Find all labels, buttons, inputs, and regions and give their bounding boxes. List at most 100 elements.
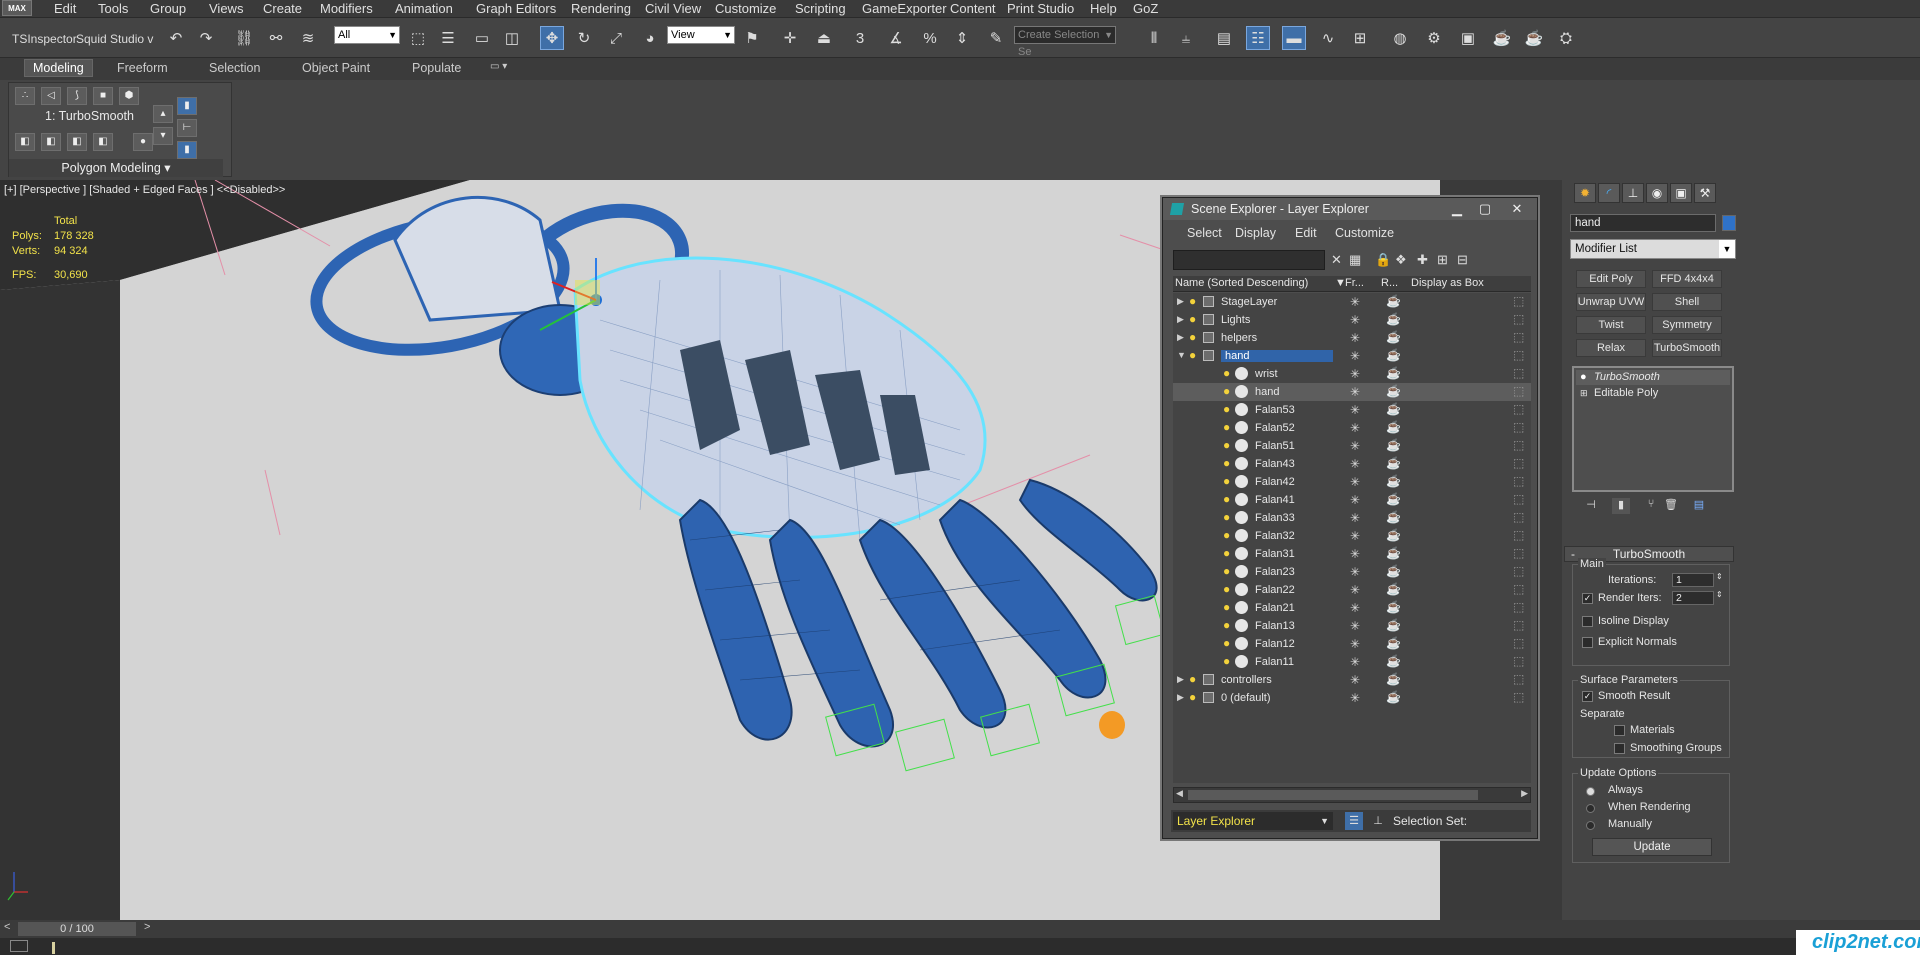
clear-search-icon[interactable]: ✕ bbox=[1331, 252, 1342, 268]
freeze-icon[interactable]: ✳ bbox=[1350, 367, 1360, 381]
element-icon[interactable]: ⬢ bbox=[119, 87, 139, 105]
expand-icon[interactable]: ⊞ bbox=[1580, 386, 1588, 401]
freeze-icon[interactable]: ✳ bbox=[1350, 313, 1360, 327]
rect-selection-icon[interactable]: ▭ bbox=[470, 26, 494, 50]
filter-icon[interactable]: ▦ bbox=[1349, 252, 1361, 268]
when-rendering-radio[interactable] bbox=[1586, 804, 1595, 813]
tree-row-object[interactable]: ● Falan32 ✳ ☕ ⬚ bbox=[1173, 527, 1531, 545]
link-icon[interactable]: ⛓ bbox=[232, 26, 256, 50]
freeze-icon[interactable]: ✳ bbox=[1350, 619, 1360, 633]
named-selection-sets-dropdown[interactable]: Create Selection Se ▼ bbox=[1014, 26, 1116, 58]
percent-snap-icon[interactable]: % bbox=[918, 26, 942, 50]
edit-poly-button[interactable]: Edit Poly bbox=[1576, 270, 1646, 288]
edit-named-selection-icon[interactable]: ✎ bbox=[984, 26, 1008, 50]
menu-goz[interactable]: GoZ bbox=[1133, 1, 1158, 16]
display-as-box-icon[interactable]: ⬚ bbox=[1513, 312, 1524, 326]
freeze-icon[interactable]: ✳ bbox=[1350, 583, 1360, 597]
show-end-result-icon[interactable]: ▮ bbox=[1612, 498, 1630, 514]
tree-row-object[interactable]: ● Falan43 ✳ ☕ ⬚ bbox=[1173, 455, 1531, 473]
renderable-teapot-icon[interactable]: ☕ bbox=[1386, 546, 1401, 560]
tree-row-object[interactable]: ● Falan22 ✳ ☕ ⬚ bbox=[1173, 581, 1531, 599]
placement-icon[interactable]: ◕ bbox=[638, 26, 662, 50]
tree-row-object[interactable]: ● Falan51 ✳ ☕ ⬚ bbox=[1173, 437, 1531, 455]
tree-row-object[interactable]: ● Falan21 ✳ ☕ ⬚ bbox=[1173, 599, 1531, 617]
polygon-icon[interactable]: ■ bbox=[93, 87, 113, 105]
configure-sets-icon[interactable]: ▤ bbox=[1690, 498, 1708, 514]
smooth-result-checkbox[interactable]: ✓ bbox=[1582, 691, 1593, 702]
renderable-teapot-icon[interactable]: ☕ bbox=[1386, 618, 1401, 632]
menu-customize[interactable]: Customize bbox=[1335, 226, 1394, 240]
bulb-icon[interactable]: ● bbox=[1580, 370, 1587, 385]
column-freeze[interactable]: Fr... bbox=[1345, 277, 1364, 289]
visibility-bulb-icon[interactable]: ● bbox=[1223, 402, 1230, 416]
unlink-icon[interactable]: ⚯ bbox=[264, 26, 288, 50]
freeze-icon[interactable]: ✳ bbox=[1350, 565, 1360, 579]
visibility-bulb-icon[interactable]: ● bbox=[1223, 420, 1230, 434]
tree-row-object[interactable]: ● Falan52 ✳ ☕ ⬚ bbox=[1173, 419, 1531, 437]
explicit-normals-checkbox[interactable] bbox=[1582, 637, 1593, 648]
display-as-box-icon[interactable]: ⬚ bbox=[1513, 690, 1524, 704]
tree-row-object[interactable]: ● Falan13 ✳ ☕ ⬚ bbox=[1173, 617, 1531, 635]
symmetry-button[interactable]: Symmetry bbox=[1652, 316, 1722, 334]
visibility-bulb-icon[interactable]: ● bbox=[1189, 348, 1196, 362]
menu-civil-view[interactable]: Civil View bbox=[645, 1, 701, 16]
expand-icon[interactable]: ▶ bbox=[1177, 296, 1184, 307]
display-as-box-icon[interactable]: ⬚ bbox=[1513, 384, 1524, 398]
menu-select[interactable]: Select bbox=[1187, 226, 1222, 240]
visibility-bulb-icon[interactable]: ● bbox=[1189, 312, 1196, 326]
shell-button[interactable]: Shell bbox=[1652, 293, 1722, 311]
viewport-label[interactable]: [+] [Perspective ] [Shaded + Edged Faces… bbox=[4, 184, 285, 196]
visibility-bulb-icon[interactable]: ● bbox=[1223, 654, 1230, 668]
freeze-icon[interactable]: ✳ bbox=[1350, 475, 1360, 489]
modifier-list-dropdown[interactable]: Modifier List ▼ bbox=[1570, 239, 1736, 259]
ribbon-toggle-icon[interactable]: ▬ bbox=[1282, 26, 1306, 50]
relax-button[interactable]: Relax bbox=[1576, 339, 1646, 357]
render-production-icon[interactable]: ☕ bbox=[1490, 26, 1514, 50]
unwrap-uvw-button[interactable]: Unwrap UVW bbox=[1576, 293, 1646, 311]
stack-item-turbosmooth[interactable]: ● TurboSmooth bbox=[1576, 370, 1730, 385]
scene-search-input[interactable] bbox=[1173, 250, 1325, 270]
vertex-icon[interactable]: ∴ bbox=[15, 87, 35, 105]
tree-row-object[interactable]: ● wrist ✳ ☕ ⬚ bbox=[1173, 365, 1531, 383]
mirror-icon[interactable]: ⫴ bbox=[1142, 26, 1166, 50]
tab-populate[interactable]: Populate bbox=[412, 61, 461, 75]
tab-modeling[interactable]: Modeling bbox=[24, 59, 93, 77]
always-radio[interactable] bbox=[1586, 787, 1595, 796]
display-as-box-icon[interactable]: ⬚ bbox=[1513, 564, 1524, 578]
render-iters-checkbox[interactable]: ✓ bbox=[1582, 593, 1593, 604]
renderable-teapot-icon[interactable]: ☕ bbox=[1386, 582, 1401, 596]
menu-content[interactable]: Content bbox=[950, 1, 996, 16]
freeze-icon[interactable]: ✳ bbox=[1350, 295, 1360, 309]
scrollbar-thumb[interactable] bbox=[1188, 790, 1478, 800]
display-as-box-icon[interactable]: ⬚ bbox=[1513, 474, 1524, 488]
scene-explorer-titlebar[interactable]: Scene Explorer - Layer Explorer ▁ ▢ ✕ bbox=[1163, 198, 1537, 220]
tree-row-layer[interactable]: ▶ ● 0 (default) ✳ ☕ ⬚ bbox=[1173, 689, 1531, 707]
renderable-teapot-icon[interactable]: ☕ bbox=[1386, 636, 1401, 650]
freeze-icon[interactable]: ✳ bbox=[1350, 673, 1360, 687]
activeshade-icon[interactable]: ⛭ bbox=[1554, 26, 1578, 50]
menu-display[interactable]: Display bbox=[1235, 226, 1276, 240]
hierarchy-mode-icon[interactable]: ⊥ bbox=[1369, 812, 1387, 830]
prev-frame-icon[interactable]: < bbox=[4, 921, 10, 933]
update-button[interactable]: Update bbox=[1592, 838, 1712, 856]
visibility-bulb-icon[interactable]: ● bbox=[1189, 294, 1196, 308]
pin-stack-icon[interactable]: ⊣ bbox=[1582, 498, 1600, 514]
snap-toggle-icon[interactable]: 3 bbox=[848, 26, 872, 50]
tree-row-object[interactable]: ● Falan23 ✳ ☕ ⬚ bbox=[1173, 563, 1531, 581]
isoline-display-checkbox[interactable] bbox=[1582, 616, 1593, 627]
freeze-icon[interactable]: ✳ bbox=[1350, 637, 1360, 651]
mini-curve-editor-icon[interactable] bbox=[10, 940, 28, 952]
layer-manager-icon[interactable]: ▤ bbox=[1212, 26, 1236, 50]
curve-editor-icon[interactable]: ∿ bbox=[1316, 26, 1340, 50]
tree-row-object[interactable]: ● Falan33 ✳ ☕ ⬚ bbox=[1173, 509, 1531, 527]
menu-customize[interactable]: Customize bbox=[715, 1, 776, 16]
renderable-teapot-icon[interactable]: ☕ bbox=[1386, 294, 1401, 308]
ribbon-options-icon[interactable]: ▭ ▾ bbox=[490, 61, 507, 72]
menu-gameexporter[interactable]: GameExporter bbox=[862, 1, 947, 16]
menu-animation[interactable]: Animation bbox=[395, 1, 453, 16]
reference-coordinate-dropdown[interactable]: View ▼ bbox=[667, 26, 735, 44]
visibility-bulb-icon[interactable]: ● bbox=[1223, 636, 1230, 650]
menu-views[interactable]: Views bbox=[209, 1, 243, 16]
display-as-box-icon[interactable]: ⬚ bbox=[1513, 600, 1524, 614]
menu-print-studio[interactable]: Print Studio bbox=[1007, 1, 1074, 16]
